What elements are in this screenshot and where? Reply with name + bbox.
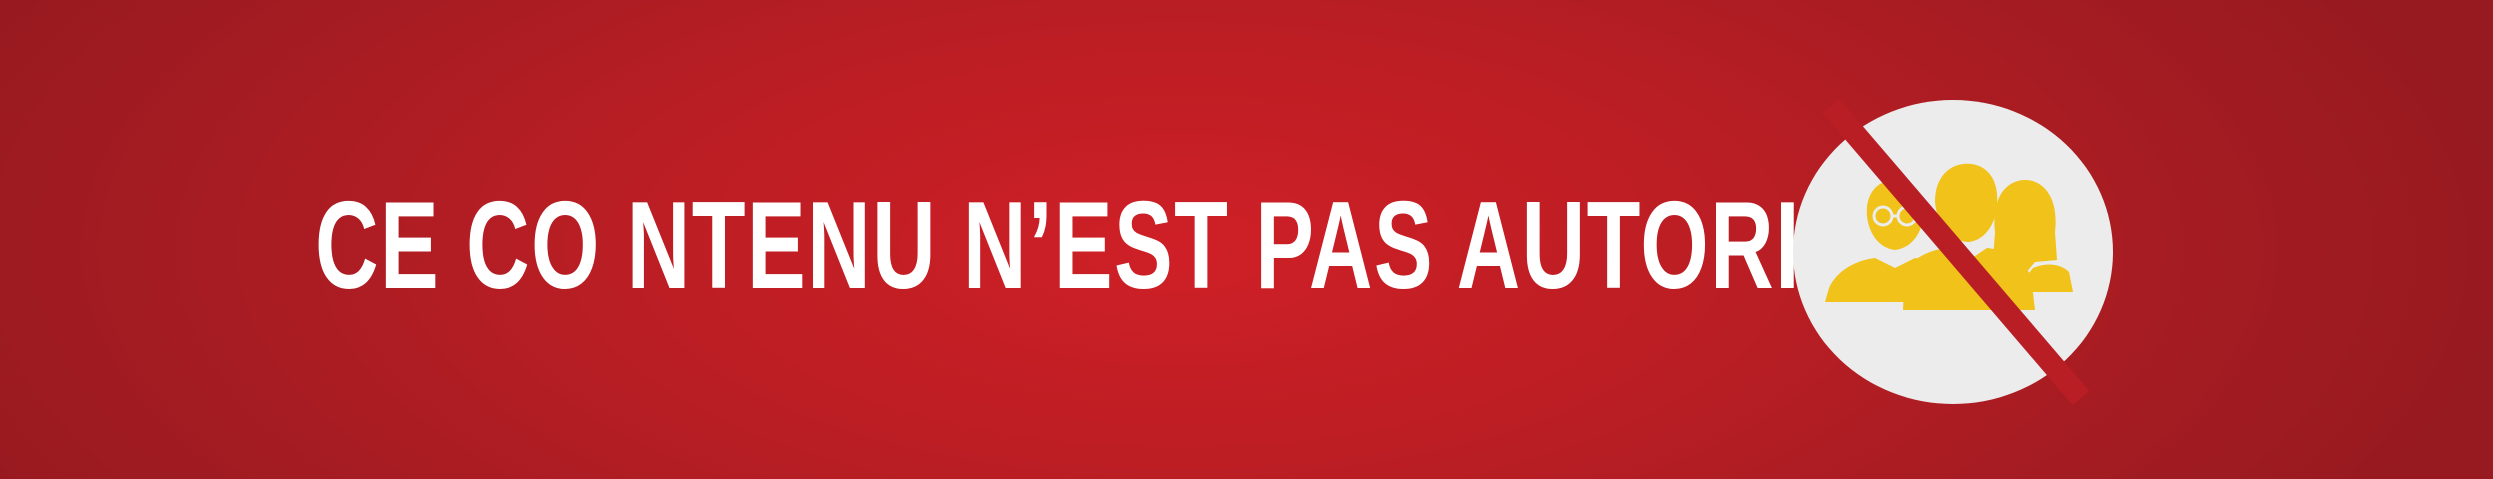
restriction-message: CE CO NTENU N’EST PAS AUTORISÉ: [315, 177, 1922, 315]
restricted-content-banner: CE CO NTENU N’EST PAS AUTORISÉ: [0, 0, 2493, 479]
no-people-icon: [1785, 92, 2125, 412]
